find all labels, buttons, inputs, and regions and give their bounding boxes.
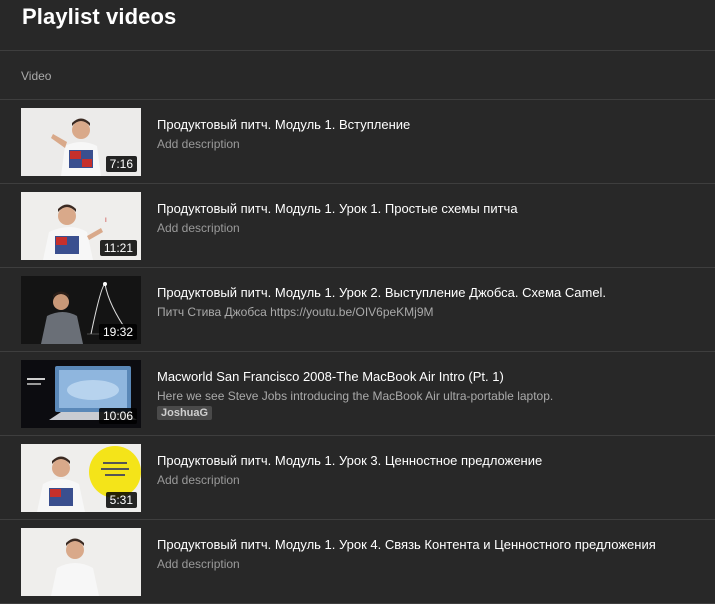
svg-text:I: I bbox=[105, 217, 107, 224]
video-thumbnail[interactable]: 19:32 bbox=[21, 276, 141, 344]
add-description-link[interactable]: Add description bbox=[157, 473, 240, 487]
page-header: Playlist videos bbox=[0, 0, 715, 51]
video-duration: 7:16 bbox=[105, 156, 137, 172]
add-description-link[interactable]: Add description bbox=[157, 221, 240, 235]
video-thumbnail[interactable]: 7:16 bbox=[21, 108, 141, 176]
video-title[interactable]: Продуктовый питч. Модуль 1. Вступление bbox=[157, 117, 410, 132]
video-thumbnail[interactable]: I 11:21 bbox=[21, 192, 141, 260]
video-row[interactable]: 7:16 Продуктовый питч. Модуль 1. Вступле… bbox=[0, 100, 715, 184]
video-row[interactable]: 5:31 Продуктовый питч. Модуль 1. Урок 3.… bbox=[0, 436, 715, 520]
video-duration: 19:32 bbox=[98, 324, 137, 340]
add-description-link[interactable]: Add description bbox=[157, 557, 240, 571]
video-thumbnail[interactable] bbox=[21, 528, 141, 596]
video-thumbnail[interactable]: 5:31 bbox=[21, 444, 141, 512]
thumbnail-image bbox=[21, 528, 141, 596]
video-duration: 11:21 bbox=[99, 240, 137, 256]
video-row[interactable]: 10:06 Macworld San Francisco 2008-The Ma… bbox=[0, 352, 715, 436]
video-list: 7:16 Продуктовый питч. Модуль 1. Вступле… bbox=[0, 100, 715, 604]
video-duration: 5:31 bbox=[105, 492, 137, 508]
video-title[interactable]: Продуктовый питч. Модуль 1. Урок 4. Связ… bbox=[157, 537, 656, 552]
video-title[interactable]: Продуктовый питч. Модуль 1. Урок 3. Ценн… bbox=[157, 453, 542, 468]
video-title[interactable]: Продуктовый питч. Модуль 1. Урок 2. Выст… bbox=[157, 285, 606, 300]
add-description-link[interactable]: Add description bbox=[157, 137, 240, 151]
video-duration: 10:06 bbox=[98, 408, 137, 424]
column-header-row: Video bbox=[0, 51, 715, 100]
video-row[interactable]: Продуктовый питч. Модуль 1. Урок 4. Связ… bbox=[0, 520, 715, 604]
video-thumbnail[interactable]: 10:06 bbox=[21, 360, 141, 428]
video-title[interactable]: Продуктовый питч. Модуль 1. Урок 1. Прос… bbox=[157, 201, 518, 216]
video-row[interactable]: 19:32 Продуктовый питч. Модуль 1. Урок 2… bbox=[0, 268, 715, 352]
video-tag[interactable]: JoshuaG bbox=[157, 406, 213, 420]
column-header-video: Video bbox=[21, 69, 52, 83]
video-row[interactable]: I 11:21 Продуктовый питч. Модуль 1. Урок… bbox=[0, 184, 715, 268]
page-title: Playlist videos bbox=[22, 4, 177, 29]
video-title[interactable]: Macworld San Francisco 2008-The MacBook … bbox=[157, 369, 504, 384]
video-description[interactable]: Here we see Steve Jobs introducing the M… bbox=[157, 389, 553, 403]
video-description[interactable]: Питч Стива Джобса https://youtu.be/OIV6p… bbox=[157, 305, 434, 319]
